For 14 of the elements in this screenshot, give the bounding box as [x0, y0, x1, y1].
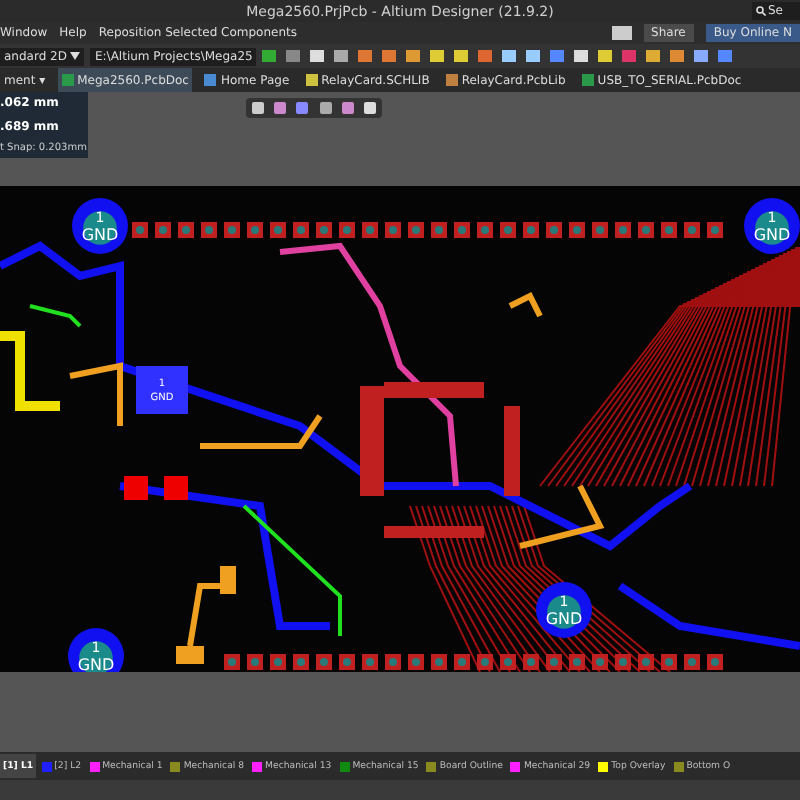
smd-pad	[176, 646, 204, 664]
smd-pad	[164, 476, 188, 500]
document-icon	[581, 74, 594, 86]
floating-toolbar[interactable]	[246, 98, 382, 118]
document-icon	[61, 74, 74, 86]
document-icon	[305, 74, 318, 86]
caret-icon	[70, 52, 81, 60]
document-icon	[204, 74, 217, 86]
search-icon	[756, 6, 766, 16]
document-icon	[445, 74, 458, 86]
chip-body	[136, 366, 188, 414]
smd-pad	[124, 476, 148, 500]
monitor-icon[interactable]	[611, 26, 632, 40]
smd-pad	[220, 566, 236, 594]
